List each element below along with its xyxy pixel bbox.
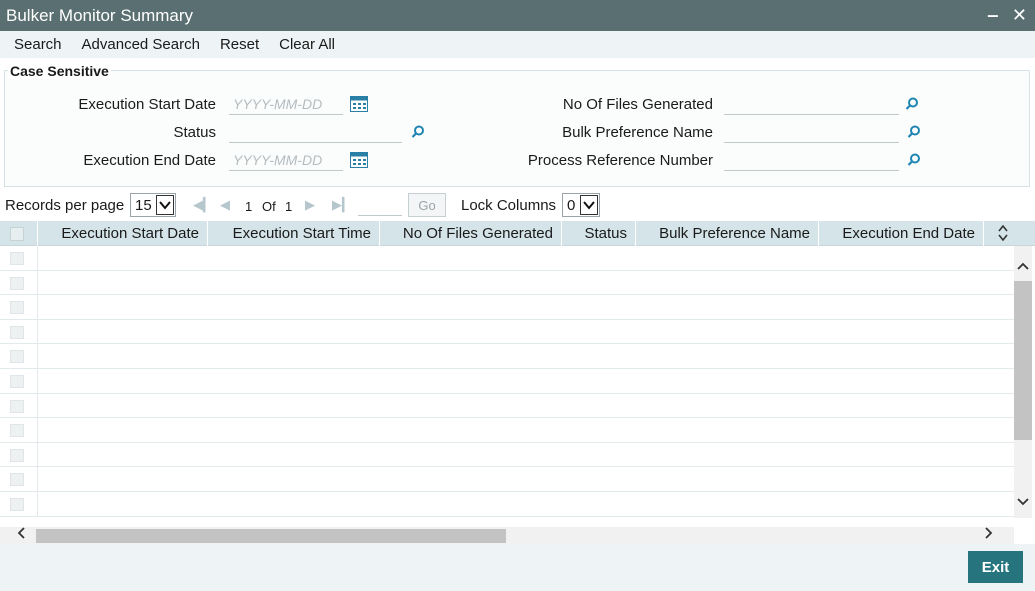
search-icon[interactable] (907, 153, 921, 171)
status-label: Status (173, 124, 216, 141)
window-titlebar: Bulker Monitor Summary ‒ ✕ (0, 0, 1035, 31)
table-row[interactable] (0, 467, 1014, 492)
grid-header: Execution Start Date Execution Start Tim… (0, 221, 1035, 246)
col-no-of-files-generated[interactable]: No Of Files Generated (380, 221, 562, 246)
scroll-left-icon[interactable] (16, 525, 26, 545)
table-row[interactable] (0, 319, 1014, 345)
row-checkbox[interactable] (10, 374, 24, 388)
col-execution-end-date[interactable]: Execution End Date (819, 221, 984, 246)
row-checkbox[interactable] (10, 399, 24, 413)
row-checkbox[interactable] (10, 473, 24, 487)
of-label: Of (262, 199, 276, 214)
table-row[interactable] (0, 442, 1014, 468)
horizontal-scroll-thumb[interactable] (36, 529, 506, 543)
search-icon[interactable] (907, 125, 921, 143)
search-icon[interactable] (905, 97, 919, 115)
execution-end-date-field[interactable] (229, 149, 343, 171)
table-row[interactable] (0, 393, 1014, 419)
window-title: Bulker Monitor Summary (6, 5, 194, 25)
row-checkbox[interactable] (10, 252, 24, 265)
table-row[interactable] (0, 344, 1014, 369)
execution-end-date-label: Execution End Date (83, 152, 216, 169)
row-checkbox[interactable] (10, 350, 24, 364)
table-row[interactable] (0, 246, 1014, 271)
select-all-cell (0, 221, 38, 246)
last-page-icon[interactable]: ▶▎ (332, 197, 352, 213)
records-per-page-label: Records per page (5, 197, 125, 214)
bulk-preference-name-field[interactable] (724, 121, 899, 143)
advanced-search-button[interactable]: Advanced Search (82, 36, 200, 53)
table-row[interactable] (0, 491, 1014, 517)
calendar-icon[interactable] (350, 96, 368, 116)
execution-start-date-field[interactable] (229, 93, 343, 115)
col-bulk-preference-name[interactable]: Bulk Preference Name (636, 221, 819, 246)
table-row[interactable] (0, 270, 1014, 296)
scroll-down-icon[interactable] (1014, 494, 1032, 512)
case-sensitive-legend: Case Sensitive (8, 63, 111, 79)
chevron-down-icon (156, 195, 174, 215)
footer-bar (0, 544, 1035, 591)
table-row[interactable] (0, 418, 1014, 443)
bulk-preference-name-label: Bulk Preference Name (562, 124, 713, 141)
row-checkbox[interactable] (10, 497, 24, 511)
records-per-page-select[interactable]: 15 (130, 193, 176, 217)
col-execution-start-time[interactable]: Execution Start Time (208, 221, 380, 246)
col-execution-start-date[interactable]: Execution Start Date (38, 221, 208, 246)
lock-columns-select[interactable]: 0 (562, 193, 600, 217)
records-per-page-value: 15 (135, 196, 152, 214)
select-all-checkbox[interactable] (10, 227, 24, 241)
scroll-right-icon[interactable] (984, 525, 994, 545)
current-page: 1 (245, 199, 253, 214)
calendar-icon[interactable] (350, 152, 368, 172)
reset-button[interactable]: Reset (220, 36, 259, 53)
row-checkbox[interactable] (10, 301, 24, 315)
execution-start-date-label: Execution Start Date (78, 96, 216, 113)
chevron-down-icon (580, 195, 598, 215)
search-icon[interactable] (411, 125, 425, 143)
process-reference-number-field[interactable] (724, 149, 899, 171)
row-checkbox[interactable] (10, 448, 24, 462)
minimize-icon[interactable]: ‒ (988, 4, 998, 26)
results-grid: Execution Start Date Execution Start Tim… (0, 221, 1035, 527)
go-button[interactable]: Go (408, 193, 446, 217)
next-page-icon[interactable]: ▶ (305, 197, 315, 213)
grid-body (0, 246, 1014, 517)
no-of-files-generated-field[interactable] (724, 93, 899, 115)
sort-icon[interactable] (997, 223, 1009, 248)
search-button[interactable]: Search (14, 36, 62, 53)
first-page-icon[interactable]: ◀▎ (193, 197, 213, 213)
lock-columns-value: 0 (567, 196, 576, 214)
close-icon[interactable]: ✕ (1012, 4, 1027, 26)
status-field[interactable] (229, 121, 402, 143)
previous-page-icon[interactable]: ◀ (220, 197, 230, 213)
pagination-bar: Records per page 15 ◀▎ ◀ 1 Of 1 ▶ ▶▎ Loc… (0, 191, 1035, 221)
no-of-files-generated-label: No Of Files Generated (562, 96, 713, 113)
exit-button[interactable]: Exit (968, 551, 1023, 583)
table-row[interactable] (0, 368, 1014, 394)
go-to-page-field[interactable] (358, 194, 402, 216)
row-checkbox[interactable] (10, 276, 24, 290)
vertical-scroll-thumb[interactable] (1014, 281, 1032, 440)
lock-columns-label: Lock Columns (461, 197, 557, 214)
scroll-up-icon[interactable] (1014, 258, 1032, 276)
col-status[interactable]: Status (562, 221, 636, 246)
process-reference-number-label: Process Reference Number (527, 152, 713, 169)
clear-all-button[interactable]: Clear All (279, 36, 335, 53)
table-row[interactable] (0, 295, 1014, 320)
row-checkbox[interactable] (10, 424, 24, 438)
row-checkbox[interactable] (10, 325, 24, 339)
toolbar-menu: Search Advanced Search Reset Clear All (0, 31, 1035, 58)
total-pages: 1 (285, 199, 293, 214)
